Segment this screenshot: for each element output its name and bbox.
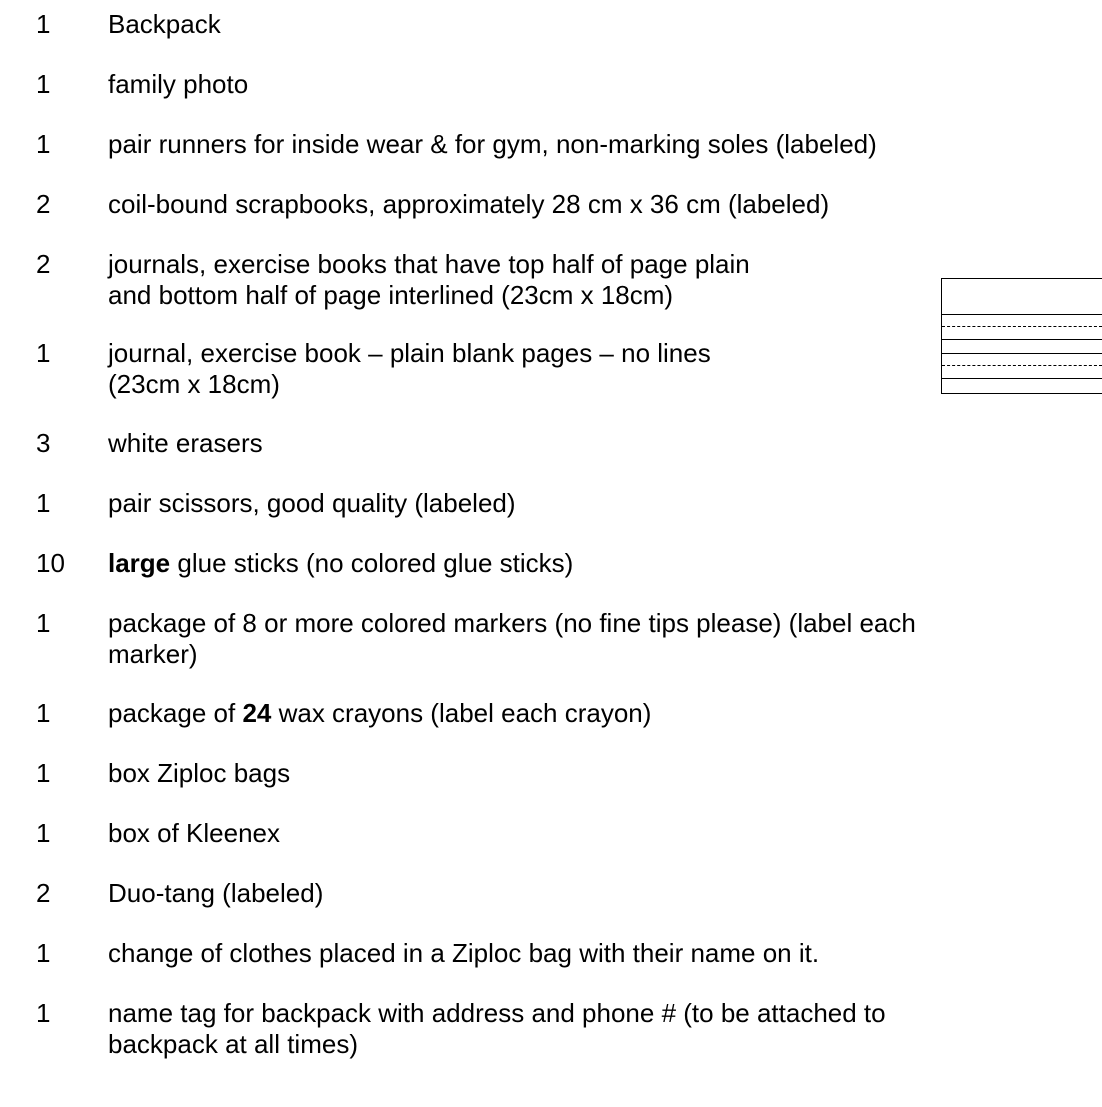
item-description-continued: backpack at all times) <box>108 1029 358 1059</box>
item-description-rest: glue sticks (no colored glue sticks) <box>170 548 574 578</box>
item-description: Backpack <box>108 9 221 39</box>
emphasis-text: 24 <box>242 698 272 728</box>
item-quantity: 3 <box>36 428 51 458</box>
item-quantity: 1 <box>36 338 51 368</box>
diagram-solid-line <box>942 378 1102 379</box>
item-quantity: 10 <box>36 548 65 578</box>
item-description: pair runners for inside wear & for gym, … <box>108 129 877 159</box>
item-description: large glue sticks (no colored glue stick… <box>108 547 573 580</box>
item-description: journal, exercise book – plain blank pag… <box>108 338 711 368</box>
item-description: box Ziploc bags <box>108 758 291 788</box>
item-quantity: 1 <box>36 608 51 638</box>
item-quantity: 1 <box>36 998 51 1028</box>
item-description: package of 8 or more colored markers (no… <box>108 608 916 638</box>
item-quantity: 1 <box>36 488 51 518</box>
diagram-dashed-line <box>942 365 1102 366</box>
emphasis-text: large <box>108 548 171 578</box>
item-description: family photo <box>108 69 249 99</box>
item-quantity: 1 <box>36 698 51 728</box>
diagram-solid-line <box>942 353 1102 354</box>
item-description: package of 24 wax crayons (label each cr… <box>108 697 651 730</box>
item-quantity: 2 <box>36 249 51 279</box>
diagram-dashed-line <box>942 326 1102 327</box>
item-quantity: 2 <box>36 878 51 908</box>
item-quantity: 1 <box>36 938 51 968</box>
item-description: change of clothes placed in a Ziploc bag… <box>108 938 820 968</box>
item-description-pre: package of <box>108 698 243 728</box>
journal-page-diagram <box>941 278 1102 394</box>
item-description-continued: marker) <box>108 639 198 669</box>
diagram-solid-line <box>942 314 1102 315</box>
item-description: journals, exercise books that have top h… <box>108 249 750 279</box>
item-description: Duo-tang (labeled) <box>108 878 324 908</box>
item-quantity: 1 <box>36 9 51 39</box>
item-description: coil-bound scrapbooks, approximately 28 … <box>108 189 830 219</box>
item-description: white erasers <box>108 428 263 458</box>
item-quantity: 1 <box>36 129 51 159</box>
item-quantity: 1 <box>36 758 51 788</box>
item-quantity: 1 <box>36 818 51 848</box>
item-quantity: 1 <box>36 69 51 99</box>
item-quantity: 2 <box>36 189 51 219</box>
item-description: pair scissors, good quality (labeled) <box>108 488 516 518</box>
diagram-solid-line <box>942 339 1102 340</box>
item-description-continued: and bottom half of page interlined (23cm… <box>108 280 674 310</box>
item-description-continued: (23cm x 18cm) <box>108 369 280 399</box>
item-description-rest: wax crayons (label each crayon) <box>271 698 652 728</box>
item-description: box of Kleenex <box>108 818 281 848</box>
item-description: name tag for backpack with address and p… <box>108 998 886 1028</box>
